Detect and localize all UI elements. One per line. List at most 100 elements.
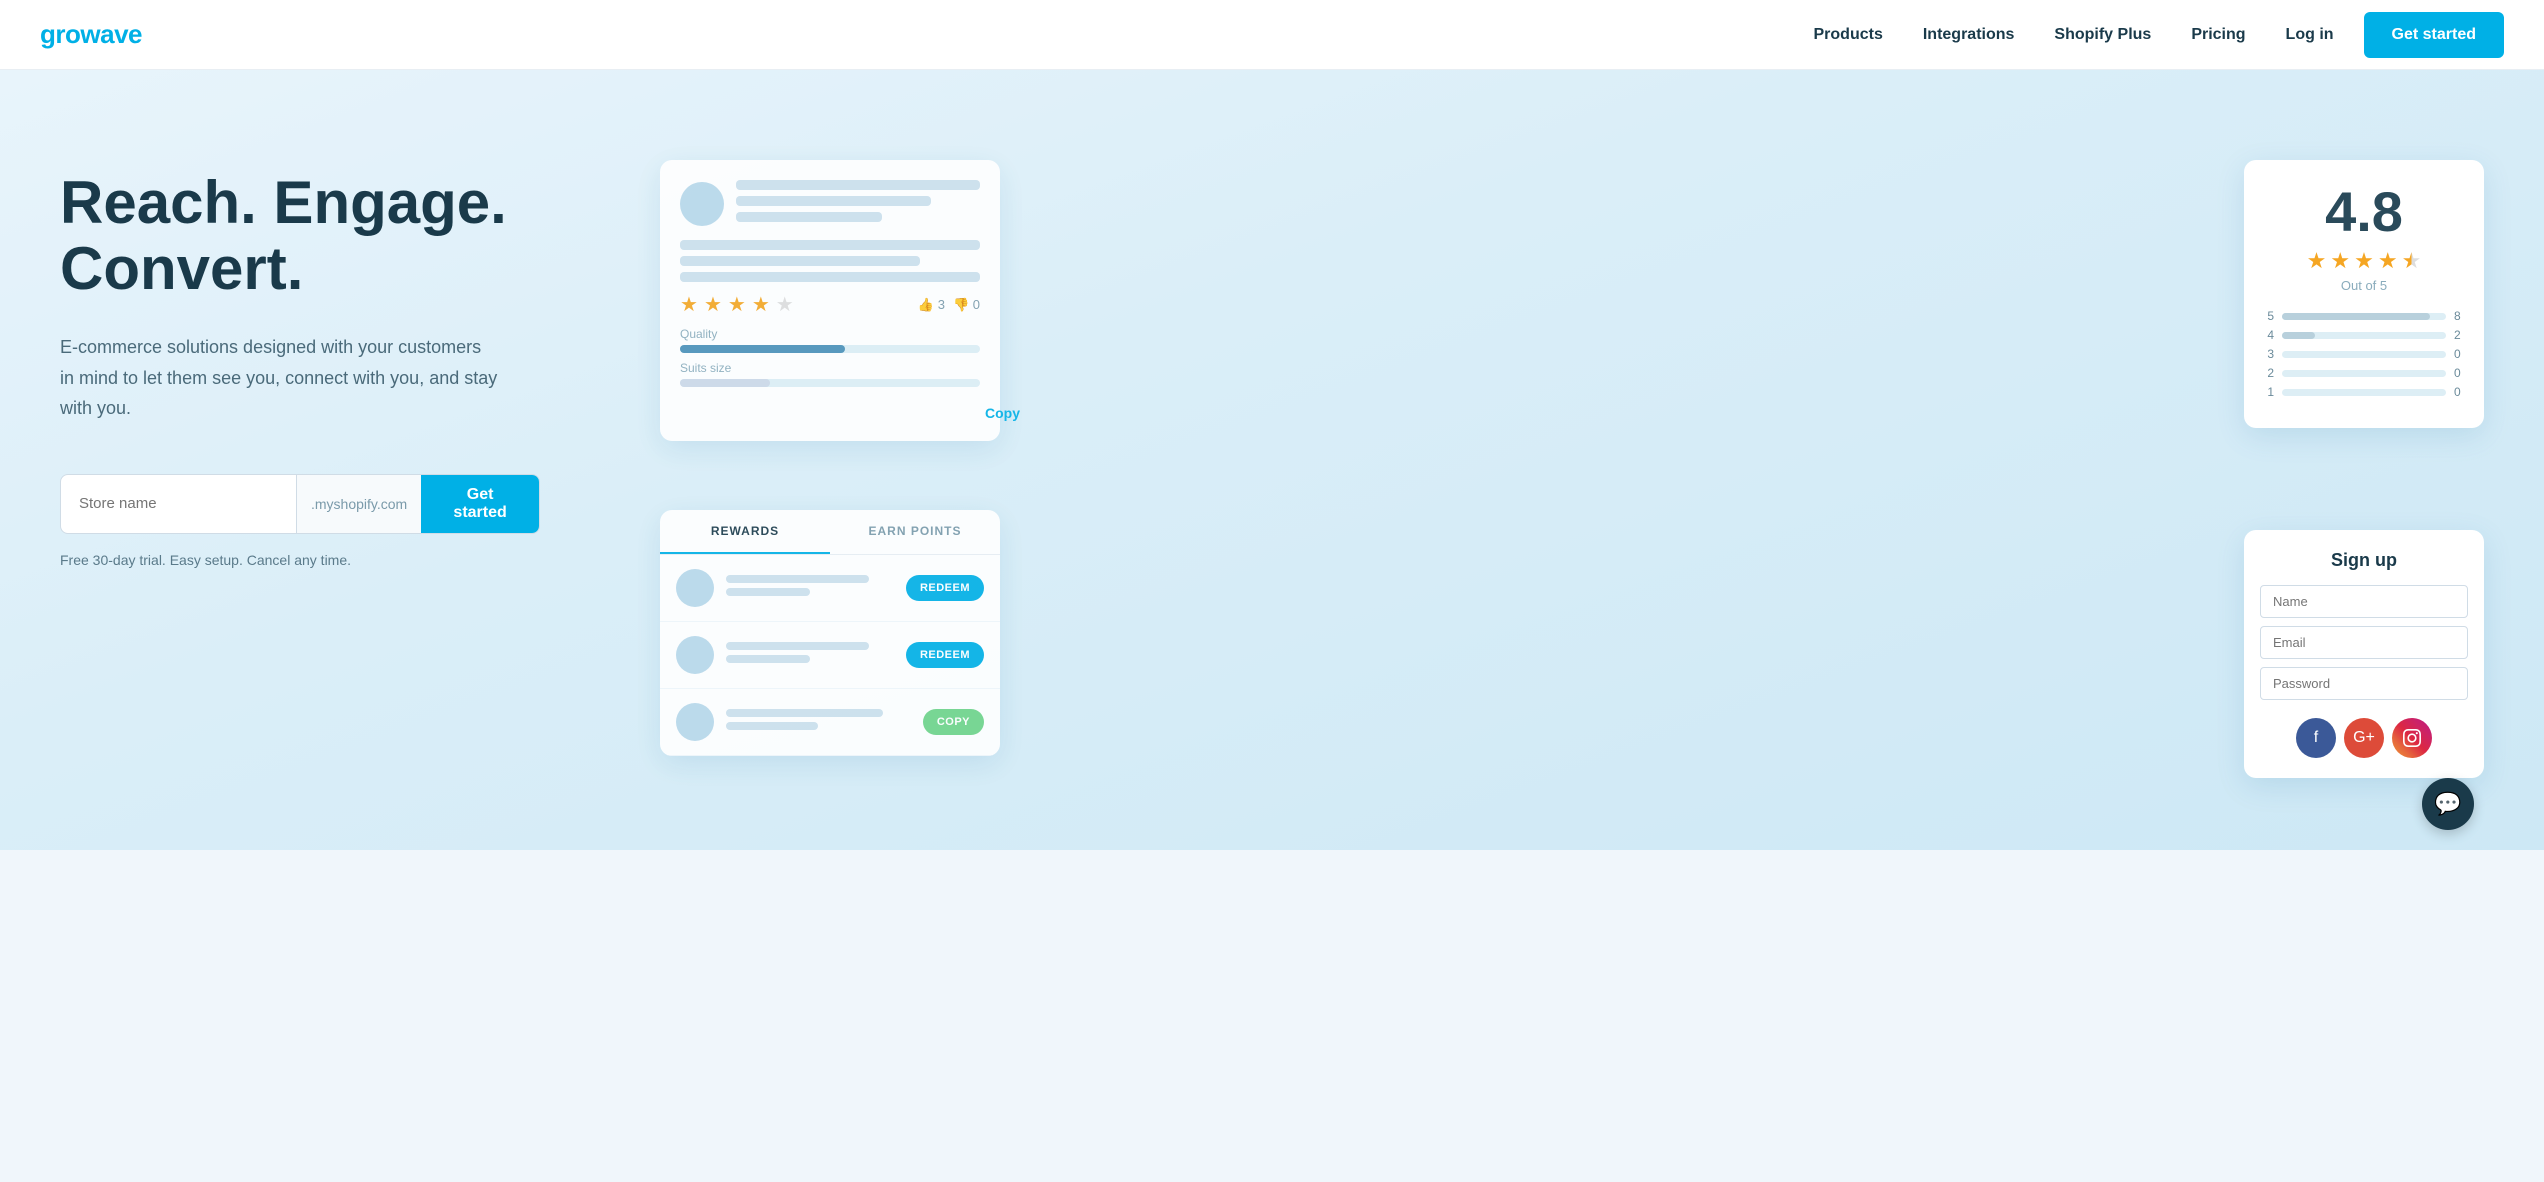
review-stars-row: ★ ★ ★ ★ ★ 👍 3 👎 0 <box>680 292 980 317</box>
reward-line-1a <box>726 575 869 583</box>
copy-button-rewards[interactable]: COPY <box>923 709 984 735</box>
big-star-4: ★ <box>2378 248 2398 274</box>
store-cta-button[interactable]: Get started <box>421 475 539 533</box>
rewards-tab-earn-points[interactable]: EARN POINTS <box>830 510 1000 554</box>
rating-label-5: 5 <box>2264 309 2274 323</box>
rating-label-2: 2 <box>2264 366 2274 380</box>
hero-left-content: Reach. Engage. Convert. E-commerce solut… <box>60 130 560 568</box>
review-line-2 <box>736 196 931 206</box>
reward-line-2b <box>726 655 810 663</box>
rating-count-5: 8 <box>2454 309 2464 323</box>
hero-heading: Reach. Engage. Convert. <box>60 170 560 302</box>
big-stars-row: ★ ★ ★ ★ ★ <box>2264 248 2464 274</box>
rating-count-4: 2 <box>2454 328 2464 342</box>
star-3: ★ <box>728 292 746 317</box>
navbar: growave Products Integrations Shopify Pl… <box>0 0 2544 70</box>
reward-bar-group-3 <box>726 709 911 735</box>
review-line-1 <box>736 180 980 190</box>
reward-item-3: COPY <box>660 689 1000 756</box>
navbar-cta-button[interactable]: Get started <box>2364 12 2504 58</box>
rewards-widget: REWARDS EARN POINTS REDEEM REDEEM <box>660 510 1000 756</box>
quality-section: Quality Suits size <box>680 327 980 387</box>
nav-login[interactable]: Log in <box>2286 26 2334 44</box>
review-lines <box>736 180 980 228</box>
reward-line-3a <box>726 709 883 717</box>
trial-text: Free 30-day trial. Easy setup. Cancel an… <box>60 552 560 568</box>
reward-avatar-1 <box>676 569 714 607</box>
signup-title: Sign up <box>2260 550 2468 571</box>
review-body-line-2 <box>680 256 920 266</box>
reward-bar-group-1 <box>726 575 894 601</box>
copy-bar: Copy <box>680 395 1020 421</box>
nav-shopify-plus[interactable]: Shopify Plus <box>2054 26 2151 44</box>
rating-count-1: 0 <box>2454 385 2464 399</box>
signup-password-input[interactable] <box>2260 667 2468 700</box>
reward-avatar-2 <box>676 636 714 674</box>
signup-email-input[interactable] <box>2260 626 2468 659</box>
rating-row-2: 2 0 <box>2264 366 2464 380</box>
redeem-button-2[interactable]: REDEEM <box>906 642 984 668</box>
star-2: ★ <box>704 292 722 317</box>
rating-bar-bg-3 <box>2282 351 2446 358</box>
quality-bar-fill <box>680 345 845 353</box>
star-5-empty: ★ <box>776 292 794 317</box>
nav-links: Products Integrations Shopify Plus Prici… <box>1814 26 2334 44</box>
review-line-3 <box>736 212 882 222</box>
reward-avatar-3 <box>676 703 714 741</box>
logo-text: growave <box>40 19 142 49</box>
store-suffix: .myshopify.com <box>296 475 421 533</box>
out-of-text: Out of 5 <box>2264 278 2464 293</box>
rating-bar-fill-5 <box>2282 313 2430 320</box>
rating-bar-bg-1 <box>2282 389 2446 396</box>
suits-size-label: Suits size <box>680 361 980 375</box>
chat-icon: 💬 <box>2434 791 2461 817</box>
big-star-2: ★ <box>2330 248 2350 274</box>
rating-summary-widget: 4.8 ★ ★ ★ ★ ★ Out of 5 5 8 4 <box>2244 160 2484 428</box>
facebook-signup-button[interactable]: f <box>2296 718 2336 758</box>
suits-size-bar <box>680 379 980 387</box>
big-star-3: ★ <box>2354 248 2374 274</box>
store-form: .myshopify.com Get started <box>60 474 540 534</box>
star-4: ★ <box>752 292 770 317</box>
hero-section: Reach. Engage. Convert. E-commerce solut… <box>0 70 2544 850</box>
instagram-signup-button[interactable] <box>2392 718 2432 758</box>
big-star-1: ★ <box>2307 248 2327 274</box>
rating-label-4: 4 <box>2264 328 2274 342</box>
nav-integrations[interactable]: Integrations <box>1923 26 2015 44</box>
review-body-line-3 <box>680 272 980 282</box>
google-plus-signup-button[interactable]: G+ <box>2344 718 2384 758</box>
quality-bar <box>680 345 980 353</box>
chat-button[interactable]: 💬 <box>2422 778 2474 830</box>
signup-widget: Sign up f G+ <box>2244 530 2484 778</box>
rating-count-3: 0 <box>2454 347 2464 361</box>
suits-size-bar-fill <box>680 379 770 387</box>
rating-label-1: 1 <box>2264 385 2274 399</box>
store-name-input[interactable] <box>61 475 296 533</box>
reward-line-2a <box>726 642 869 650</box>
quality-label: Quality <box>680 327 980 341</box>
reward-line-1b <box>726 588 810 596</box>
copy-button[interactable]: Copy <box>985 405 1020 421</box>
hero-subtext: E-commerce solutions designed with your … <box>60 332 500 424</box>
rating-row-4: 4 2 <box>2264 328 2464 342</box>
nav-products[interactable]: Products <box>1814 26 1883 44</box>
signup-name-input[interactable] <box>2260 585 2468 618</box>
redeem-button-1[interactable]: REDEEM <box>906 575 984 601</box>
reward-line-3b <box>726 722 818 730</box>
review-widget: ★ ★ ★ ★ ★ 👍 3 👎 0 Quality Suits size <box>660 160 1000 441</box>
rewards-tab-rewards[interactable]: REWARDS <box>660 510 830 554</box>
review-body-line-1 <box>680 240 980 250</box>
nav-pricing[interactable]: Pricing <box>2191 26 2245 44</box>
reviewer-avatar <box>680 182 724 226</box>
big-star-5-half: ★ <box>2402 248 2422 274</box>
rating-row-5: 5 8 <box>2264 309 2464 323</box>
reward-bar-group-2 <box>726 642 894 668</box>
rating-row-3: 3 0 <box>2264 347 2464 361</box>
hero-right-content: ★ ★ ★ ★ ★ 👍 3 👎 0 Quality Suits size <box>560 130 2484 850</box>
rating-label-3: 3 <box>2264 347 2274 361</box>
rating-bar-bg-4 <box>2282 332 2446 339</box>
rating-bars: 5 8 4 2 3 <box>2264 309 2464 399</box>
logo[interactable]: growave <box>40 19 142 50</box>
rating-row-1: 1 0 <box>2264 385 2464 399</box>
review-header <box>680 180 980 228</box>
